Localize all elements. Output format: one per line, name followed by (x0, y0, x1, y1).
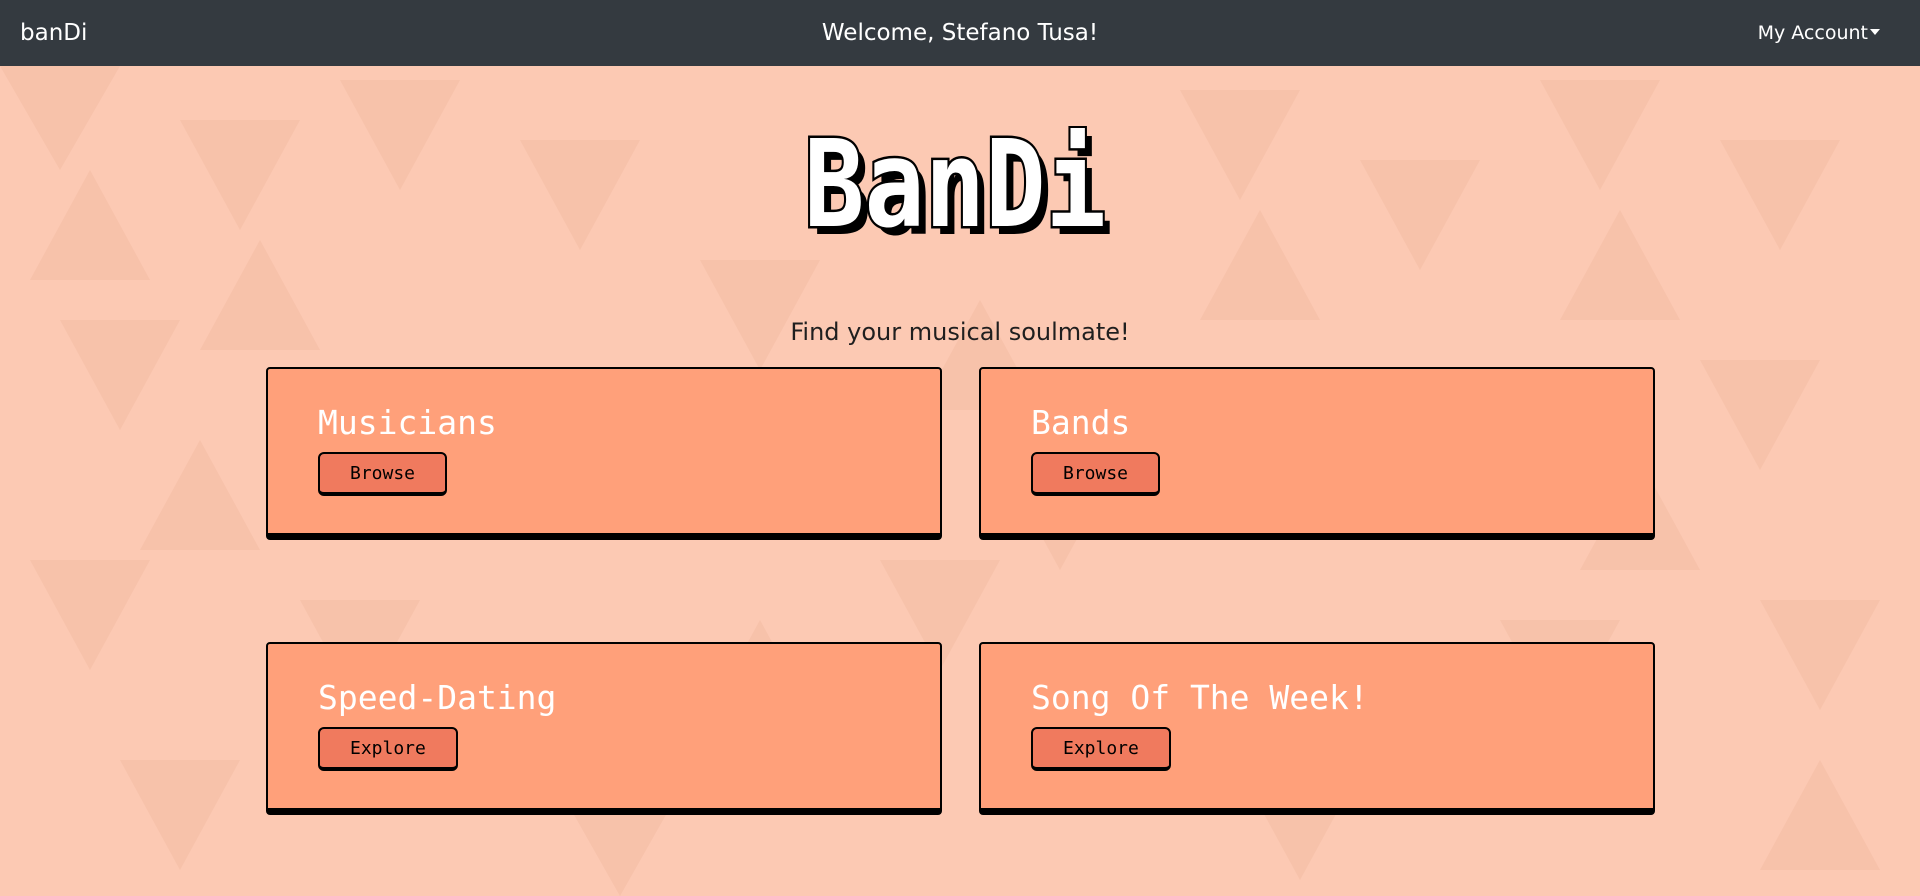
card-title: Song Of The Week! (1031, 678, 1369, 717)
logo-text-front: BanDi (804, 126, 1106, 238)
bands-card: Bands Browse (979, 367, 1655, 540)
welcome-message: Welcome, Stefano Tusa! (821, 20, 1099, 46)
my-account-label: My Account (1757, 22, 1868, 44)
explore-speed-dating-button[interactable]: Explore (318, 727, 458, 771)
caret-down-icon (1870, 28, 1880, 35)
explore-song-of-the-week-button[interactable]: Explore (1031, 727, 1171, 771)
browse-bands-button[interactable]: Browse (1031, 452, 1161, 496)
bandi-logo: BanDi BanDi (802, 126, 1114, 238)
speed-dating-card: Speed-Dating Explore (266, 642, 942, 815)
card-title: Speed-Dating (318, 678, 557, 717)
top-navbar: banDi Welcome, Stefano Tusa! My Account (0, 0, 1920, 66)
musicians-card: Musicians Browse (266, 367, 942, 540)
card-title: Musicians (318, 403, 497, 442)
browse-musicians-button[interactable]: Browse (318, 452, 448, 496)
brand-link[interactable]: banDi (20, 0, 87, 66)
my-account-dropdown[interactable]: My Account (1758, 0, 1880, 66)
card-title: Bands (1031, 403, 1131, 442)
song-of-the-week-card: Song Of The Week! Explore (979, 642, 1655, 815)
tagline: Find your musical soulmate! (790, 318, 1130, 346)
